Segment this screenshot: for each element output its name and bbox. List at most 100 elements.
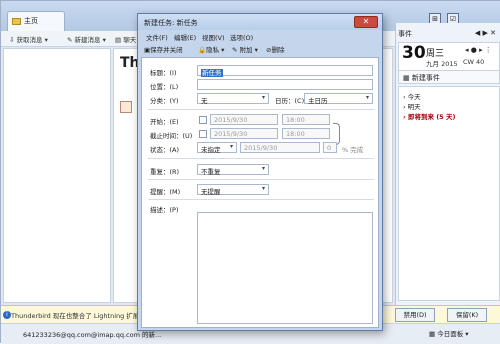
chevron-down-icon: ▾ (261, 185, 265, 192)
chevron-down-icon: ▾ (365, 94, 369, 101)
new-task-dialog: 新建任务: 新任务 ✕ 文件(F) 编辑(E) 视图(V) 选项(O) ▣保存并… (137, 13, 383, 331)
location-input[interactable] (197, 79, 373, 90)
dialog-toolbar: ▣保存并关闭 🔒隐私 ▾ ✎ 附加 ▾ ⊘删除 (140, 43, 380, 55)
agenda-tomorrow-label: 明天 (407, 103, 421, 111)
due-time-value: 18:00 (286, 130, 305, 138)
due-date-input[interactable]: 2015/9/30 (210, 128, 278, 139)
title-input[interactable]: 新任务 (197, 65, 373, 77)
new-event-button[interactable]: ▦ 新建事件 (398, 70, 500, 84)
start-label: 开始：(E) (150, 118, 179, 126)
title-label: 标题：(I) (150, 69, 177, 77)
reminder-label: 提醒：(M) (150, 188, 181, 196)
today-pane-toggle-label: 今日面板 (437, 330, 464, 338)
tab-home-label: 主页 (24, 17, 38, 25)
tab-home[interactable]: 主页 (7, 11, 65, 31)
divider (148, 109, 374, 110)
today-month-year: 九月 2015 (426, 60, 458, 68)
status-account-text: 641233236@qq.com@imap.qq.com 的新... (23, 331, 162, 339)
keep-button[interactable]: 保留(K) (447, 308, 487, 322)
pane-nav-icons[interactable]: ◀ ▶ ✕ (475, 29, 496, 37)
calendar-select[interactable]: 主日历 ▾ (304, 93, 373, 105)
today-day-number: 30 (402, 43, 426, 63)
new-event-label: 新建事件 (411, 74, 440, 82)
today-pane-toggle[interactable]: ▦ 今日面板 ▾ (429, 328, 469, 338)
today-pane-header: 事件 ◀ ▶ ✕ (398, 29, 498, 41)
due-date-value: 2015/9/30 (214, 130, 248, 138)
today-week-number: CW 40 (463, 58, 485, 66)
percent-label: % 完成 (342, 146, 364, 154)
disable-button[interactable]: 禁用(D) (395, 308, 435, 322)
agenda-today-label: 今天 (407, 93, 421, 101)
category-label: 分类：(Y) (150, 97, 179, 105)
reminder-select[interactable]: 无提醒 ▾ (197, 184, 269, 196)
folder-pane[interactable] (3, 48, 111, 303)
divider (148, 199, 374, 200)
get-mail-button[interactable]: ⇩ 获取消息 ▾ (9, 34, 48, 44)
menu-view[interactable]: 视图(V) (202, 32, 225, 42)
menu-edit[interactable]: 编辑(E) (174, 32, 196, 42)
chevron-down-icon: ▾ (261, 165, 265, 172)
notification-text: Thunderbird 现在也整合了 Lightning 扩展 (11, 312, 140, 320)
divider (148, 179, 374, 180)
due-checkbox[interactable] (199, 130, 207, 138)
menu-file[interactable]: 文件(F) (146, 32, 168, 42)
start-date-input[interactable]: 2015/9/30 (210, 114, 278, 125)
new-event-icon: ▦ (403, 74, 410, 82)
dialog-menubar: 文件(F) 编辑(E) 视图(V) 选项(O) (140, 31, 380, 42)
agenda-list: › 今天 › 明天 › 即将到来 (5 天) (398, 86, 500, 301)
delete-label: 删除 (271, 46, 285, 54)
chevron-down-icon: ▾ (229, 143, 233, 150)
dialog-title: 新建任务: 新任务 (144, 19, 198, 27)
status-date-input[interactable]: 2015/9/30 (240, 142, 320, 153)
close-icon[interactable]: ✕ (354, 16, 378, 28)
description-label: 描述：(P) (150, 206, 179, 214)
save-close-button[interactable]: ▣保存并关闭 (144, 44, 183, 54)
today-nav-icons[interactable]: ◂ ● ▸ ⋮ (465, 46, 492, 54)
divider (148, 158, 374, 159)
today-pane: 事件 ◀ ▶ ✕ 30 周三 ◂ ● ▸ ⋮ 九月 2015 CW 40 ▦ 新… (395, 23, 500, 305)
status-label: 状态：(A) (150, 146, 180, 154)
due-label: 截止时间：(U) (150, 132, 193, 140)
category-value: 无 (201, 97, 208, 105)
lock-icon: 🔒 (198, 46, 207, 54)
calendar-label: 日历：(C) (275, 97, 305, 105)
dialog-titlebar[interactable]: 新建任务: 新任务 ✕ (138, 14, 382, 30)
percent-value: 0 (327, 144, 332, 152)
attach-button[interactable]: ✎ 附加 ▾ (232, 44, 258, 54)
privacy-label: 隐私 (206, 46, 220, 54)
status-date-value: 2015/9/30 (244, 144, 278, 152)
start-checkbox[interactable] (199, 116, 207, 124)
agenda-tomorrow[interactable]: › 明天 (403, 101, 421, 111)
folder-icon (12, 17, 21, 25)
delete-button[interactable]: ⊘删除 (266, 44, 284, 54)
repeat-value: 不重复 (201, 168, 221, 176)
start-time-input[interactable]: 18:00 (282, 114, 330, 125)
start-date-value: 2015/9/30 (214, 116, 248, 124)
new-message-button[interactable]: ✎ 新建消息 ▾ (67, 34, 106, 44)
chat-button[interactable]: ▤ 聊天 (115, 34, 136, 44)
calendar-icon[interactable] (120, 101, 132, 113)
reminder-value: 无提醒 (201, 188, 221, 196)
menu-options[interactable]: 选项(O) (230, 32, 253, 42)
due-time-input[interactable]: 18:00 (282, 128, 330, 139)
percent-input[interactable]: 0 (323, 142, 337, 153)
agenda-today[interactable]: › 今天 (403, 91, 421, 101)
title-value: 新任务 (201, 69, 223, 77)
paperclip-icon: ✎ (232, 46, 238, 54)
category-select[interactable]: 无 ▾ (197, 93, 269, 105)
chat-label: 聊天 (123, 36, 137, 44)
dialog-body: 标题：(I) 新任务 位置：(L) 分类：(Y) 无 ▾ 日历：(C) 主日历 ▾ … (141, 57, 379, 328)
privacy-button[interactable]: 🔒隐私 ▾ (198, 44, 224, 54)
new-message-label: 新建消息 (74, 36, 101, 44)
description-textarea[interactable] (197, 212, 373, 324)
calendar-value: 主日历 (308, 97, 328, 105)
status-select[interactable]: 未指定 ▾ (197, 142, 237, 154)
status-value: 未指定 (201, 146, 221, 154)
attach-label: 附加 (239, 46, 253, 54)
agenda-upcoming[interactable]: › 即将到来 (5 天) (403, 111, 455, 121)
repeat-select[interactable]: 不重复 ▾ (197, 164, 269, 176)
start-time-value: 18:00 (286, 116, 305, 124)
today-pane-title: 事件 (398, 30, 412, 38)
save-close-label: 保存并关闭 (150, 46, 183, 54)
info-icon: i (3, 311, 11, 319)
